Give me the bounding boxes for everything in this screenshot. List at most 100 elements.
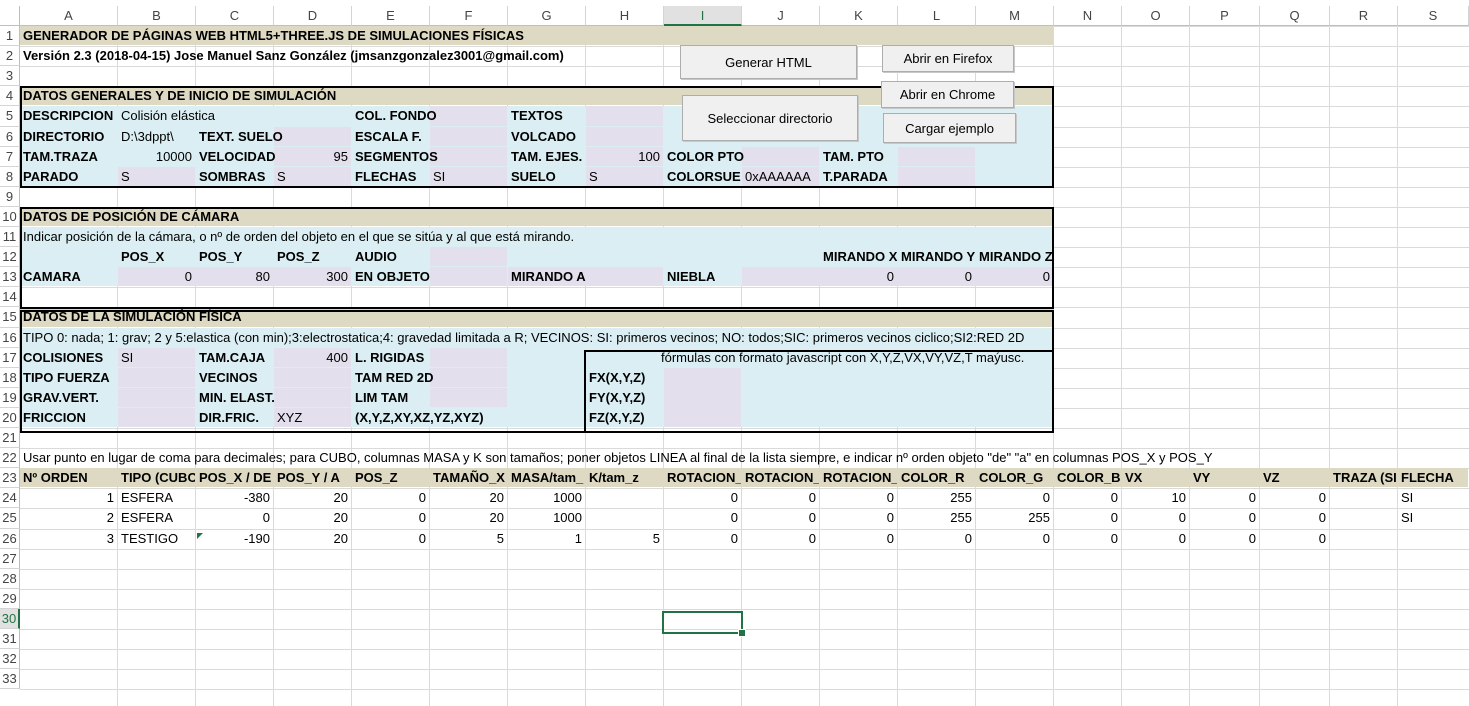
column-header-E[interactable]: E xyxy=(352,6,430,26)
row-header-12[interactable]: 12 xyxy=(0,247,20,267)
table-row-cell[interactable]: 1 xyxy=(508,529,582,549)
table-row-cell[interactable]: 0 xyxy=(820,488,894,508)
row-header-32[interactable]: 32 xyxy=(0,649,20,669)
table-row-cell[interactable]: ESFERA xyxy=(121,488,173,508)
table-header-cell[interactable]: COLOR_B xyxy=(1057,468,1121,488)
table-row-cell[interactable]: 0 xyxy=(1122,529,1186,549)
row-header-28[interactable]: 28 xyxy=(0,569,20,589)
table-header-cell[interactable]: POS_X / DE xyxy=(199,468,273,488)
select-all-corner[interactable] xyxy=(0,6,20,26)
table-row-cell[interactable]: 1000 xyxy=(508,508,582,528)
column-header-P[interactable]: P xyxy=(1190,6,1260,26)
table-row-cell[interactable]: 0 xyxy=(820,508,894,528)
column-header-K[interactable]: K xyxy=(820,6,898,26)
table-row-cell[interactable]: 20 xyxy=(430,508,504,528)
table-row-cell[interactable]: TESTIGO xyxy=(121,529,178,549)
table-row-cell[interactable]: 0 xyxy=(976,488,1050,508)
table-row-cell[interactable]: 0 xyxy=(1054,529,1118,549)
table-row-cell[interactable] xyxy=(586,488,660,508)
row-header-30[interactable]: 30 xyxy=(0,609,20,629)
row-header-10[interactable]: 10 xyxy=(0,207,20,227)
table-header-cell[interactable]: TIPO (CUBO, xyxy=(121,468,195,488)
table-row-cell[interactable]: 10 xyxy=(1122,488,1186,508)
column-header-S[interactable]: S xyxy=(1398,6,1469,26)
column-header-D[interactable]: D xyxy=(274,6,352,26)
column-header-C[interactable]: C xyxy=(196,6,274,26)
table-row-cell[interactable]: SI xyxy=(1401,508,1413,528)
table-header-cell[interactable]: ROTACION_Y xyxy=(745,468,819,488)
table-header-cell[interactable]: ROTACION_Z xyxy=(823,468,897,488)
column-header-M[interactable]: M xyxy=(976,6,1054,26)
table-header-cell[interactable]: K/tam_z xyxy=(589,468,663,488)
table-header-cell[interactable]: TAMAÑO_X xyxy=(433,468,507,488)
row-header-16[interactable]: 16 xyxy=(0,328,20,348)
open-chrome-button[interactable]: Abrir en Chrome xyxy=(881,81,1014,108)
cell-A1[interactable]: GENERADOR DE PÁGINAS WEB HTML5+THREE.JS … xyxy=(23,26,524,46)
row-header-17[interactable]: 17 xyxy=(0,348,20,368)
table-header-cell[interactable]: VX xyxy=(1125,468,1189,488)
row-header-20[interactable]: 20 xyxy=(0,408,20,428)
table-header-cell[interactable]: ROTACION_X xyxy=(667,468,741,488)
row-header-6[interactable]: 6 xyxy=(0,127,20,147)
table-header-cell[interactable]: COLOR_R xyxy=(901,468,975,488)
active-cell[interactable] xyxy=(662,611,743,634)
table-header-cell[interactable]: VY xyxy=(1193,468,1259,488)
table-row-cell[interactable]: 5 xyxy=(430,529,504,549)
column-header-O[interactable]: O xyxy=(1122,6,1190,26)
row-header-22[interactable]: 22 xyxy=(0,448,20,468)
table-row-cell[interactable]: 0 xyxy=(742,508,816,528)
row-header-23[interactable]: 23 xyxy=(0,468,20,488)
row-header-7[interactable]: 7 xyxy=(0,147,20,167)
table-header-cell[interactable]: TRAZA (SI/NO) xyxy=(1333,468,1397,488)
table-row-cell[interactable]: 0 xyxy=(352,529,426,549)
row-header-31[interactable]: 31 xyxy=(0,629,20,649)
table-row-cell[interactable]: -380 xyxy=(196,488,270,508)
cell-A2[interactable]: Versión 2.3 (2018-04-15) Jose Manuel San… xyxy=(23,46,564,66)
table-row-cell[interactable]: 255 xyxy=(898,508,972,528)
column-header-L[interactable]: L xyxy=(898,6,976,26)
table-row-cell[interactable]: 0 xyxy=(742,488,816,508)
table-header-cell[interactable]: Nº ORDEN xyxy=(23,468,117,488)
table-row-cell[interactable] xyxy=(1330,508,1394,528)
table-row-cell[interactable]: 20 xyxy=(274,529,348,549)
table-row-cell[interactable]: 0 xyxy=(352,488,426,508)
table-header-cell[interactable]: MASA/tam_ xyxy=(511,468,585,488)
row-header-18[interactable]: 18 xyxy=(0,368,20,388)
row-header-26[interactable]: 26 xyxy=(0,529,20,549)
table-row-cell[interactable]: 0 xyxy=(664,508,738,528)
column-header-A[interactable]: A xyxy=(20,6,118,26)
row-header-25[interactable]: 25 xyxy=(0,508,20,529)
generate-html-button[interactable]: Generar HTML xyxy=(680,45,857,79)
table-row-cell[interactable]: SI xyxy=(1401,488,1413,508)
select-directory-button[interactable]: Seleccionar directorio xyxy=(682,95,858,141)
cell-A22[interactable]: Usar punto en lugar de coma para decimal… xyxy=(23,448,1213,468)
table-row-cell[interactable]: 3 xyxy=(20,529,114,549)
table-row-cell[interactable]: 20 xyxy=(274,508,348,528)
table-row-cell[interactable] xyxy=(586,508,660,528)
table-row-cell[interactable]: 0 xyxy=(1260,488,1326,508)
table-row-cell[interactable]: 0 xyxy=(1260,529,1326,549)
column-header-G[interactable]: G xyxy=(508,6,586,26)
row-header-24[interactable]: 24 xyxy=(0,488,20,508)
row-header-3[interactable]: 3 xyxy=(0,66,20,86)
table-header-cell[interactable]: POS_Y / A xyxy=(277,468,351,488)
table-row-cell[interactable]: 0 xyxy=(1260,508,1326,528)
table-row-cell[interactable]: 0 xyxy=(1054,488,1118,508)
table-row-cell[interactable]: 0 xyxy=(352,508,426,528)
column-header-N[interactable]: N xyxy=(1054,6,1122,26)
table-row-cell[interactable]: 0 xyxy=(196,508,270,528)
table-row-cell[interactable]: 2 xyxy=(20,508,114,528)
column-header-H[interactable]: H xyxy=(586,6,664,26)
fill-handle[interactable] xyxy=(738,629,746,637)
load-example-button[interactable]: Cargar ejemplo xyxy=(883,113,1016,143)
row-header-5[interactable]: 5 xyxy=(0,106,20,127)
table-row-cell[interactable] xyxy=(1330,488,1394,508)
spreadsheet[interactable]: GENERADOR DE PÁGINAS WEB HTML5+THREE.JS … xyxy=(0,0,1469,706)
row-header-29[interactable]: 29 xyxy=(0,589,20,609)
row-header-8[interactable]: 8 xyxy=(0,167,20,187)
table-header-cell[interactable]: VZ xyxy=(1263,468,1329,488)
row-header-1[interactable]: 1 xyxy=(0,26,20,46)
row-header-27[interactable]: 27 xyxy=(0,549,20,569)
table-row-cell[interactable]: 20 xyxy=(430,488,504,508)
table-header-cell[interactable]: FLECHA xyxy=(1401,468,1468,488)
